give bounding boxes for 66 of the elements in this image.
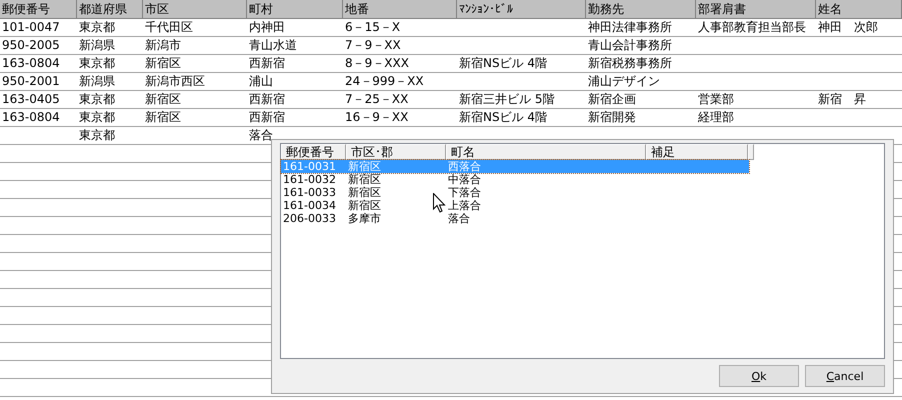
table-cell-text: 8－9－XXX [344, 55, 410, 72]
list-row[interactable]: 161-0033 新宿区 下落合 [281, 186, 749, 199]
table-cell-text: 青山水道 [248, 37, 298, 54]
table-cell-text: 新宿開発 [587, 109, 637, 126]
table-cell-text: 経理部 [697, 109, 735, 126]
table-cell-text: 内神田 [248, 19, 286, 36]
column-header[interactable]: 地番 [343, 0, 457, 18]
table-cell-text: 新宿 昇 [817, 91, 867, 108]
table-cell-text: 神田法律事務所 [587, 19, 673, 36]
table-cell-text: 新宿税務事務所 [587, 55, 673, 72]
column-header[interactable]: 部署肩書 [696, 0, 816, 18]
table-cell-text: 東京都 [78, 109, 116, 126]
pointer-icon [433, 193, 446, 213]
table-cell-text: 7－9－XX [344, 37, 402, 54]
table-cell-text: 千代田区 [144, 19, 194, 36]
table-cell-text: 163-0804 [1, 55, 61, 72]
column-header[interactable]: 市区 [143, 0, 247, 18]
ok-button[interactable]: Ok [719, 365, 799, 387]
table-cell-text: 16－9－XX [344, 109, 410, 126]
column-header[interactable]: 勤務先 [586, 0, 696, 18]
table-cell-text: 950-2005 [1, 37, 61, 54]
table-cell-text: 新宿企画 [587, 91, 637, 108]
table-cell-text: 新宿区 [144, 55, 182, 72]
table-cell-text: 新潟県 [78, 37, 116, 54]
list-row[interactable]: 161-0034 新宿区 上落合 [281, 199, 749, 212]
table-cell-text: 落合 [248, 127, 274, 144]
table-cell-text: 新宿NSビル 4階 [458, 55, 548, 72]
column-header[interactable]: 郵便番号 [0, 0, 77, 18]
column-header[interactable]: 町村 [247, 0, 343, 18]
table-cell-text: 東京都 [78, 19, 116, 36]
table-cell-text: 7－25－XX [344, 91, 410, 108]
list-row[interactable]: 161-0032 新宿区 中落合 [281, 173, 749, 186]
table-cell-text: 新宿NSビル 4階 [458, 109, 548, 126]
table-cell-text: 西新宿 [248, 91, 286, 108]
table-cell-text: 163-0804 [1, 109, 61, 126]
table-cell-text: 西新宿 [248, 55, 286, 72]
table-cell-text: 24－999－XX [344, 73, 425, 90]
column-header[interactable]: 姓名 [816, 0, 902, 18]
column-header[interactable]: 市区･郡 [346, 144, 446, 160]
table-cell-text: 東京都 [78, 91, 116, 108]
table-cell-text: 163-0405 [1, 91, 61, 108]
column-header[interactable]: 補足 [646, 144, 748, 160]
table-cell-text: 西新宿 [248, 109, 286, 126]
table-cell-text: 101-0047 [1, 19, 61, 36]
table-cell-text: 新潟市西区 [144, 73, 206, 90]
column-header[interactable]: 町名 [446, 144, 646, 160]
table-cell-text: 浦山 [248, 73, 274, 90]
column-header[interactable]: 都道府県 [77, 0, 143, 18]
table-cell-text: 950-2001 [1, 73, 61, 90]
cancel-button[interactable]: Cancel [805, 365, 885, 387]
table-cell-text: 新宿三井ビル 5階 [458, 91, 556, 108]
table-cell-text: 東京都 [78, 127, 116, 144]
table-cell-text: 新潟市 [144, 37, 182, 54]
table-cell-text: 浦山デザイン [587, 73, 661, 90]
column-header[interactable]: 郵便番号 [281, 144, 346, 160]
table-cell-text: 営業部 [697, 91, 735, 108]
table-cell-text: 新宿区 [144, 109, 182, 126]
table-cell-text: 新宿区 [144, 91, 182, 108]
table-cell-text: 人事部教育担当部長 [697, 19, 807, 36]
list-row[interactable]: 206-0033 多摩市 落合 [281, 212, 749, 225]
table-cell-text: 東京都 [78, 55, 116, 72]
table-cell-text: 新潟県 [78, 73, 116, 90]
table-cell-text: 青山会計事務所 [587, 37, 673, 54]
table-cell-text: 6－15－X [344, 19, 402, 36]
column-header[interactable]: ﾏﾝｼｮﾝ･ﾋﾞﾙ [457, 0, 586, 18]
table-cell-text: 神田 次郎 [817, 19, 879, 36]
